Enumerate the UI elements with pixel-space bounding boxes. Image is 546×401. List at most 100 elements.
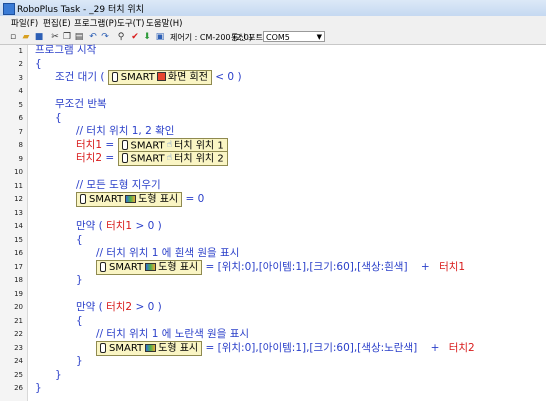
phone-icon [121, 140, 128, 150]
brace-close: } [35, 382, 42, 394]
phone-icon [100, 261, 106, 272]
smart-block[interactable]: SMART 도형 표시 [76, 191, 183, 207]
smart-block[interactable]: SMART 도형 표시 [96, 259, 203, 275]
download-icon[interactable]: ⬇ [142, 32, 152, 42]
line-number: 23 [14, 344, 23, 352]
phone-icon [111, 71, 118, 82]
value: 0 [227, 71, 235, 83]
menu-program[interactable]: 프로그램(P) [74, 17, 117, 29]
shape-display-icon [145, 343, 157, 352]
code-editor[interactable]: 프로그램 시작 { 조건 대기 ( SMART 화면 회전 < 0 ) 무조건 반… [27, 42, 546, 401]
smart-block[interactable]: SMART 도형 표시 [96, 340, 203, 356]
variable: 터치2 [106, 301, 133, 313]
block-param: 도형 표시 [138, 193, 179, 205]
smart-block[interactable]: SMART ☝ 터치 위치 2 [117, 150, 228, 166]
smart-label: SMART [109, 261, 144, 273]
line-number: 24 [14, 357, 23, 365]
window-title: RoboPlus Task - _29 터치 위치 [17, 5, 144, 15]
paste-icon[interactable]: ▤ [74, 32, 84, 42]
line-number: 9 [18, 155, 23, 163]
brace-close: } [76, 355, 83, 367]
menu-edit[interactable]: 편집(E) [43, 17, 71, 29]
line-number: 17 [14, 263, 23, 271]
if-line[interactable]: 만약 ( 터치1 > 0 ) [76, 218, 162, 234]
shape-display-icon [145, 262, 157, 271]
operator: < [215, 71, 225, 83]
line-number: 6 [18, 114, 23, 122]
undo-icon[interactable]: ↶ [88, 32, 98, 42]
assign-line[interactable]: SMART 도형 표시 = [위치:0],[아이템:1],[크기:60],[색상:… [96, 259, 465, 275]
open-folder-icon[interactable]: ▰ [21, 32, 31, 42]
menu-help[interactable]: 도움말(H) [146, 17, 182, 29]
if-keyword: 만약 ( [76, 301, 103, 313]
block-param: 터치 위치 2 [174, 153, 224, 164]
phone-icon [100, 342, 106, 353]
assign-line[interactable]: SMART 도형 표시 = [위치:0],[아이템:1],[크기:60],[색상:… [96, 340, 475, 356]
title-bar: RoboPlus Task - _29 터치 위치 [0, 0, 546, 17]
menu-tools[interactable]: 도구(T) [117, 17, 144, 29]
smart-label: SMART [109, 342, 144, 354]
line-number: 15 [14, 236, 23, 244]
smart-label: SMART [130, 153, 165, 164]
phone-icon [80, 193, 86, 204]
smart-block[interactable]: SMART 화면 회전 [107, 69, 212, 85]
shape-display-icon [125, 194, 137, 203]
brace-close: } [55, 369, 62, 381]
brace-open: { [35, 58, 42, 70]
assign-line[interactable]: 터치2 = SMART ☝ 터치 위치 2 [76, 150, 228, 166]
block-param: 도형 표시 [158, 261, 199, 273]
find-icon[interactable]: ⚲ [116, 32, 126, 42]
plus: + [430, 342, 440, 354]
line-number: 13 [14, 209, 23, 217]
smart-label: SMART [89, 193, 124, 205]
operator: > [135, 301, 145, 313]
line-number: 7 [18, 128, 23, 136]
equals: = [185, 193, 195, 205]
plus: + [420, 261, 430, 273]
line-number: 25 [14, 371, 23, 379]
line-number: 3 [18, 74, 23, 82]
touch-hand-icon: ☝ [166, 152, 173, 163]
line-number: 21 [14, 317, 23, 325]
operator: > [135, 220, 145, 232]
port-select[interactable]: COM5 ▼ [263, 31, 325, 42]
endless-loop[interactable]: 무조건 반복 [55, 96, 107, 112]
line-number: 20 [14, 303, 23, 311]
block-param: 화면 회전 [167, 71, 208, 83]
variable: 터치2 [76, 152, 103, 164]
controller-icon[interactable]: ▣ [155, 32, 165, 42]
equals: = [105, 152, 115, 164]
if-line[interactable]: 만약 ( 터치2 > 0 ) [76, 299, 162, 315]
value: 0 [197, 193, 205, 205]
line-number: 1 [18, 47, 23, 55]
port-value: COM5 [266, 33, 290, 42]
assign-line[interactable]: SMART 도형 표시 = 0 [76, 191, 204, 207]
rotate-icon [156, 72, 166, 81]
wait-condition-line[interactable]: 조건 대기 ( SMART 화면 회전 < 0 ) [55, 69, 242, 85]
save-icon[interactable]: ■ [34, 32, 44, 42]
phone-icon [121, 153, 128, 163]
brace-open: { [76, 315, 83, 327]
compile-check-icon[interactable]: ✔ [130, 32, 140, 42]
line-number-gutter: 1 2 3 4 5 6 7 8 9 10 11 12 13 14 15 16 1… [0, 45, 28, 401]
menu-file[interactable]: 파일(F) [11, 17, 38, 29]
redo-icon[interactable]: ↷ [100, 32, 110, 42]
line-number: 22 [14, 330, 23, 338]
copy-icon[interactable]: ❐ [62, 32, 72, 42]
program-start[interactable]: 프로그램 시작 [35, 42, 96, 58]
cut-icon[interactable]: ✂ [50, 32, 60, 42]
wait-keyword: 조건 대기 ( [55, 71, 105, 83]
brace-open: { [76, 234, 83, 246]
line-number: 10 [14, 168, 23, 176]
line-number: 4 [18, 87, 23, 95]
value: 0 [147, 301, 155, 313]
value: [위치:0],[아이템:1],[크기:60],[색상:흰색] [217, 261, 408, 273]
paren-close: ) [157, 301, 162, 313]
value: 0 [147, 220, 155, 232]
line-number: 11 [14, 182, 23, 190]
brace-close: } [76, 274, 83, 286]
new-file-icon[interactable]: ▫ [8, 32, 18, 42]
variable: 터치2 [448, 342, 475, 354]
chevron-down-icon: ▼ [316, 33, 322, 41]
app-icon [3, 3, 15, 15]
